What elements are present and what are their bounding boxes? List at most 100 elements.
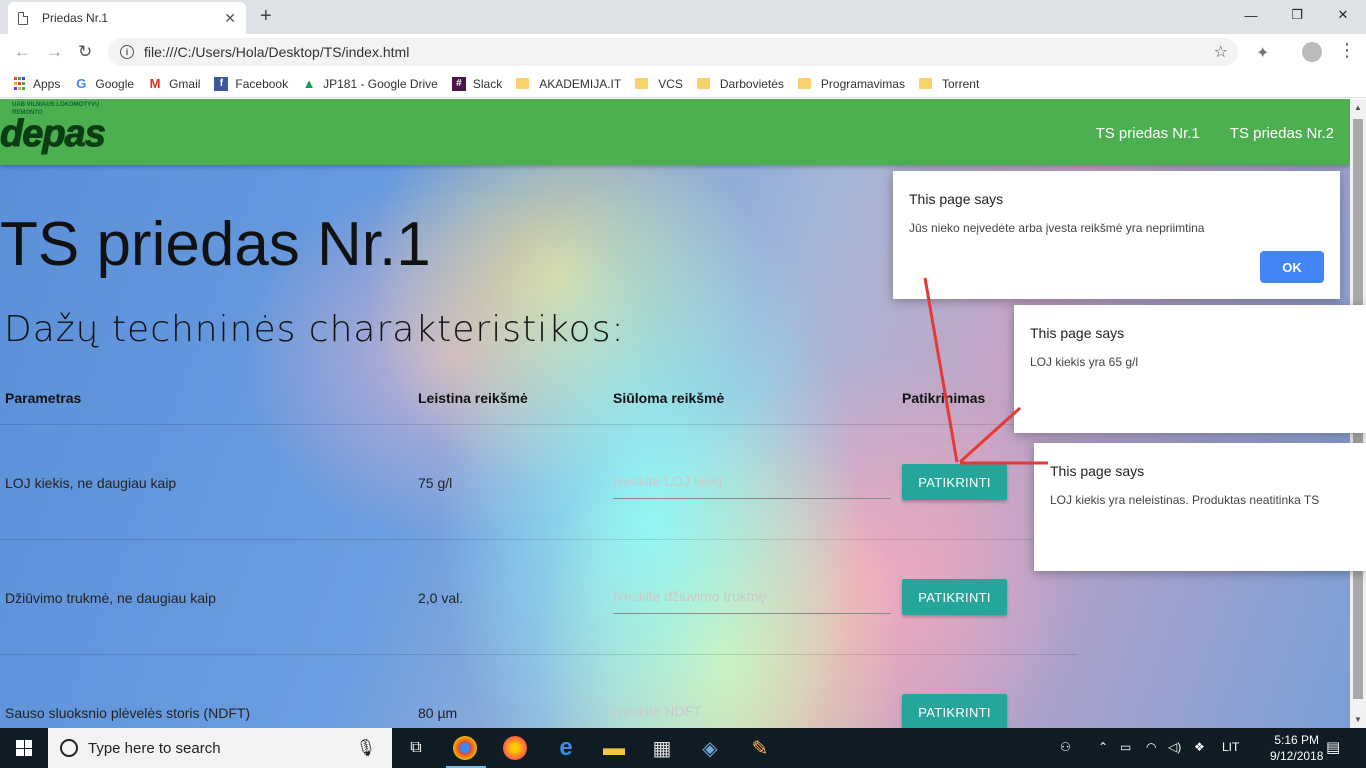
alert-dialog-loj-invalid: This page says LOJ kiekis yra neleistina… bbox=[1034, 443, 1366, 571]
depas-logo[interactable]: UAB VILNIAUS LOKOMOTYVŲ REMONTO depas bbox=[0, 99, 118, 165]
calculator-icon[interactable]: ▦ bbox=[648, 734, 676, 762]
column-header-siuloma: Siūloma reikšmė bbox=[613, 390, 725, 406]
param-cell: Džiūvimo trukmė, ne daugiau kaip bbox=[5, 590, 216, 606]
dialog-message: LOJ kiekis yra neleistinas. Produktas ne… bbox=[1050, 493, 1320, 507]
browser-toolbar: ← → ↻ i file:///C:/Users/Hola/Desktop/TS… bbox=[0, 34, 1366, 70]
address-bar[interactable]: i file:///C:/Users/Hola/Desktop/TS/index… bbox=[108, 38, 1238, 66]
close-window-icon[interactable]: ✕ bbox=[1320, 0, 1366, 30]
row-divider bbox=[0, 424, 1078, 425]
bookmark-gmail[interactable]: M Gmail bbox=[148, 76, 201, 91]
battery-icon[interactable]: ▭ bbox=[1120, 740, 1131, 754]
restore-icon[interactable]: ❐ bbox=[1274, 0, 1320, 30]
search-placeholder: Type here to search bbox=[88, 739, 221, 757]
chevron-up-icon[interactable]: ⌃ bbox=[1098, 740, 1108, 754]
menu-icon[interactable]: ⋮ bbox=[1338, 40, 1356, 61]
chrome-icon[interactable] bbox=[453, 736, 477, 760]
row-divider bbox=[0, 654, 1078, 655]
firefox-icon[interactable] bbox=[503, 736, 527, 760]
bookmark-facebook[interactable]: f Facebook bbox=[214, 76, 288, 91]
windows-logo-icon bbox=[16, 740, 32, 756]
bookmark-torrent[interactable]: Torrent bbox=[918, 77, 979, 91]
logo-text: depas bbox=[0, 113, 106, 156]
language-indicator[interactable]: LIT bbox=[1222, 740, 1239, 754]
column-header-patikrinimas: Patikrinimas bbox=[902, 390, 986, 406]
bookmark-darbovietes[interactable]: Darbovietės bbox=[696, 77, 784, 91]
reload-icon[interactable]: ↻ bbox=[78, 42, 92, 62]
bookmark-vcs[interactable]: VCS bbox=[635, 77, 683, 91]
folder-icon bbox=[797, 78, 811, 89]
new-tab-button[interactable]: + bbox=[260, 5, 272, 28]
slack-icon: # bbox=[451, 76, 466, 91]
bookmark-programavimas[interactable]: Programavimas bbox=[797, 77, 905, 91]
check-drying-button[interactable]: PATIKRINTI bbox=[902, 579, 1007, 615]
microphone-icon[interactable]: 🎙 bbox=[356, 738, 376, 758]
clock[interactable]: 5:16 PM 9/12/2018 bbox=[1270, 732, 1323, 764]
url-text: file:///C:/Users/Hola/Desktop/TS/index.h… bbox=[144, 44, 410, 60]
clock-time: 5:16 PM bbox=[1274, 733, 1320, 747]
bookmark-akademija[interactable]: AKADEMIJA.IT bbox=[516, 77, 621, 91]
tab-strip: Priedas Nr.1 ✕ + — ❐ ✕ bbox=[0, 0, 1366, 34]
dialog-title: This page says bbox=[1050, 463, 1145, 479]
paint-icon[interactable]: ✎ bbox=[746, 734, 774, 762]
volume-icon[interactable]: ◁) bbox=[1168, 740, 1181, 754]
start-button[interactable] bbox=[0, 728, 48, 768]
edge-icon[interactable]: e bbox=[552, 734, 580, 762]
window-controls: — ❐ ✕ bbox=[1228, 0, 1366, 30]
bookmark-apps[interactable]: Apps bbox=[12, 77, 60, 91]
minimize-icon[interactable]: — bbox=[1228, 0, 1274, 30]
drying-time-input[interactable]: Įveskite džiuvimo trukmę bbox=[613, 584, 891, 614]
bookmark-star-icon[interactable]: ☆ bbox=[1214, 42, 1228, 62]
check-loj-button[interactable]: PATIKRINTI bbox=[902, 464, 1007, 500]
forward-icon[interactable]: → bbox=[46, 42, 63, 62]
section-subtitle: Dažų techninės charakteristikos: bbox=[4, 309, 625, 350]
back-icon[interactable]: ← bbox=[14, 42, 31, 62]
folder-icon bbox=[516, 78, 530, 89]
nav-link-priedas-2[interactable]: TS priedas Nr.2 bbox=[1230, 125, 1334, 142]
ok-button[interactable]: OK bbox=[1260, 251, 1324, 283]
windows-taskbar: Type here to search 🎙 ⧉ e ▬ ▦ ◈ ✎ ⚇ ⌃ ▭ … bbox=[0, 728, 1366, 768]
wifi-icon[interactable]: ◠ bbox=[1146, 740, 1156, 754]
check-ndft-button[interactable]: PATIKRINTI bbox=[902, 694, 1007, 728]
site-nav: TS priedas Nr.1 TS priedas Nr.2 bbox=[1066, 125, 1334, 142]
google-icon: G bbox=[76, 76, 87, 91]
browser-tab[interactable]: Priedas Nr.1 ✕ bbox=[8, 2, 246, 34]
tab-close-icon[interactable]: ✕ bbox=[224, 10, 236, 27]
dialog-title: This page says bbox=[909, 191, 1004, 207]
avatar[interactable] bbox=[1302, 42, 1322, 62]
ndft-input[interactable]: Įveskite NDFT bbox=[613, 699, 891, 728]
column-header-leistina: Leistina reikšmė bbox=[418, 390, 528, 406]
apps-grid-icon bbox=[12, 77, 26, 91]
allowed-cell: 80 µm bbox=[418, 705, 458, 721]
info-icon[interactable]: i bbox=[120, 45, 134, 59]
document-icon bbox=[18, 11, 28, 25]
scroll-down-icon[interactable]: ▼ bbox=[1354, 715, 1362, 724]
extension-icon[interactable]: ✦ bbox=[1256, 43, 1269, 63]
allowed-cell: 2,0 val. bbox=[418, 590, 464, 606]
clock-date: 9/12/2018 bbox=[1270, 749, 1324, 763]
alert-dialog-loj-value: This page says LOJ kiekis yra 65 g/l bbox=[1014, 305, 1366, 433]
dialog-title: This page says bbox=[1030, 325, 1125, 341]
page-title: TS priedas Nr.1 bbox=[0, 210, 431, 279]
facebook-icon: f bbox=[214, 76, 229, 91]
bookmark-slack[interactable]: # Slack bbox=[451, 76, 502, 91]
folder-icon bbox=[696, 78, 710, 89]
notifications-icon[interactable]: ▤ bbox=[1326, 738, 1340, 756]
site-navbar: UAB VILNIAUS LOKOMOTYVŲ REMONTO depas TS… bbox=[0, 99, 1350, 165]
column-header-parametras: Parametras bbox=[5, 390, 82, 406]
alert-dialog-invalid: This page says Jūs nieko neįvedėte arba … bbox=[893, 171, 1340, 299]
taskbar-search[interactable]: Type here to search 🎙 bbox=[48, 728, 392, 768]
file-explorer-icon[interactable]: ▬ bbox=[600, 734, 628, 762]
nav-link-priedas-1[interactable]: TS priedas Nr.1 bbox=[1096, 125, 1200, 142]
bookmark-google-drive[interactable]: ▲ JP181 - Google Drive bbox=[302, 76, 438, 91]
loj-input[interactable]: Įveskite LOJ kiekį bbox=[613, 469, 891, 499]
task-view-icon[interactable]: ⧉ bbox=[402, 734, 430, 762]
people-icon[interactable]: ⚇ bbox=[1060, 740, 1071, 754]
bookmark-google[interactable]: G Google bbox=[74, 76, 134, 91]
gmail-icon: M bbox=[149, 76, 161, 91]
dialog-message: LOJ kiekis yra 65 g/l bbox=[1030, 355, 1139, 369]
param-cell: LOJ kiekis, ne daugiau kaip bbox=[5, 475, 177, 491]
virtualbox-icon[interactable]: ◈ bbox=[696, 734, 724, 762]
tab-title: Priedas Nr.1 bbox=[42, 11, 109, 25]
dropbox-icon[interactable]: ❖ bbox=[1194, 740, 1205, 754]
scroll-up-icon[interactable]: ▲ bbox=[1354, 103, 1362, 112]
